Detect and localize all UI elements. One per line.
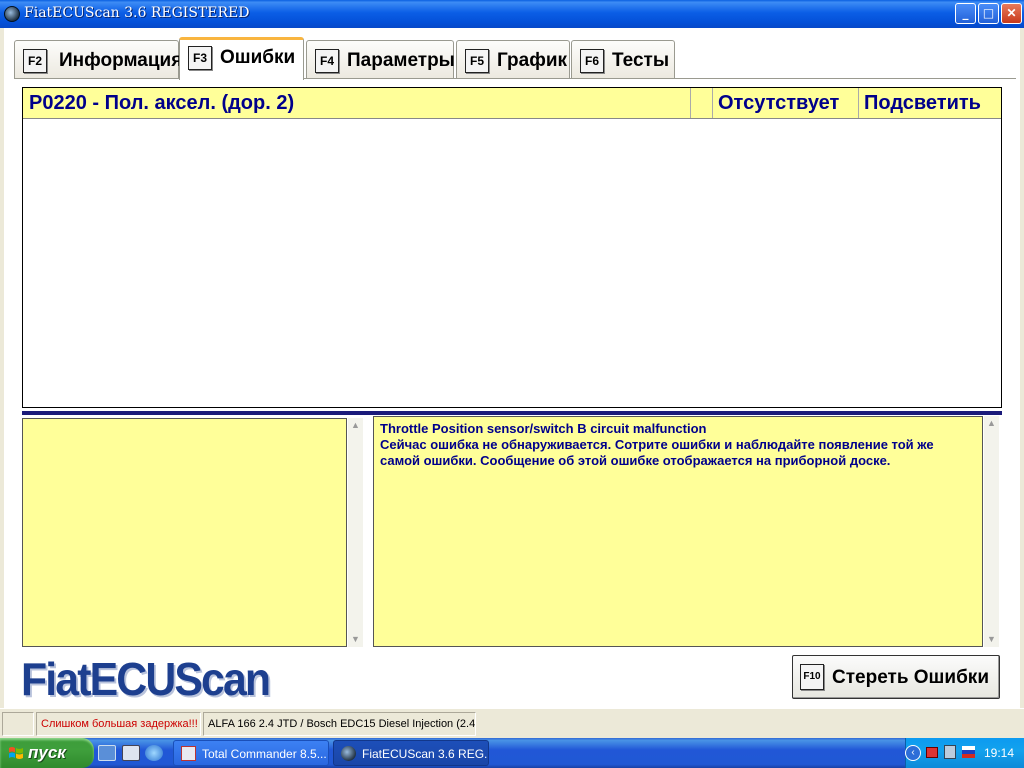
fault-row[interactable]: P0220 - Пол. аксел. (дор. 2) Отсутствует… bbox=[23, 88, 1001, 119]
internet-explorer-icon[interactable] bbox=[145, 745, 163, 761]
app-icon[interactable] bbox=[4, 6, 20, 22]
f6-key-icon: F6 bbox=[580, 49, 604, 73]
taskbar-button-fiatecuscan[interactable]: FiatECUScan 3.6 REG... bbox=[333, 740, 489, 766]
status-panel-empty bbox=[2, 712, 34, 736]
tab-strip-line bbox=[14, 78, 1016, 79]
taskbar-button-label: Total Commander 8.5... bbox=[202, 747, 327, 761]
fiatecuscan-logo: FiatECUScan bbox=[21, 653, 271, 705]
pane-divider[interactable] bbox=[22, 411, 1002, 415]
f5-key-icon: F5 bbox=[465, 49, 489, 73]
start-label: пуск bbox=[28, 743, 66, 762]
column-separator bbox=[858, 88, 859, 118]
fault-code-description: P0220 - Пол. аксел. (дор. 2) bbox=[29, 92, 295, 114]
f3-key-icon: F3 bbox=[188, 46, 212, 70]
column-separator bbox=[712, 88, 713, 118]
f4-key-icon: F4 bbox=[315, 49, 339, 73]
fault-highlight-action[interactable]: Подсветить bbox=[864, 88, 981, 118]
taskbar-button-label: FiatECUScan 3.6 REG... bbox=[362, 747, 489, 761]
tab-label: Ошибки bbox=[220, 47, 296, 68]
status-vehicle: ALFA 166 2.4 JTD / Bosch EDC15 Diesel In… bbox=[203, 712, 476, 736]
tab-graph[interactable]: F5 График bbox=[456, 40, 570, 78]
title-bar[interactable]: FiatECUScan 3.6 REGISTERED _ □ ✕ bbox=[0, 0, 1024, 28]
start-button[interactable]: пуск bbox=[0, 738, 94, 768]
show-desktop-icon[interactable] bbox=[98, 745, 116, 761]
windows-logo-icon bbox=[9, 747, 23, 759]
tab-label: Параметры bbox=[347, 50, 455, 71]
status-bar: Слишком большая задержка!!! ALFA 166 2.4… bbox=[0, 708, 1024, 738]
fault-description-title: Throttle Position sensor/switch B circui… bbox=[380, 421, 707, 436]
fiatecuscan-icon bbox=[341, 746, 356, 761]
window-title: FiatECUScan 3.6 REGISTERED bbox=[24, 5, 250, 21]
f10-key-icon: F10 bbox=[800, 664, 824, 690]
tab-tests[interactable]: F6 Тесты bbox=[571, 40, 675, 78]
system-tray: ‹ 19:14 bbox=[905, 738, 1024, 768]
column-separator bbox=[690, 88, 691, 118]
tab-information[interactable]: F2 Информация bbox=[14, 40, 183, 78]
taskbar-button-total-commander[interactable]: Total Commander 8.5... bbox=[173, 740, 329, 766]
tab-label: График bbox=[497, 50, 568, 71]
tab-parameters[interactable]: F4 Параметры bbox=[306, 40, 455, 78]
tab-label: Тесты bbox=[612, 50, 670, 71]
total-commander-icon bbox=[181, 746, 196, 761]
erase-errors-button[interactable]: F10 Стереть Ошибки bbox=[792, 655, 1000, 699]
fault-description-text: Сейчас ошибка не обнаруживается. Сотрите… bbox=[380, 437, 934, 468]
minimize-button[interactable]: _ bbox=[955, 3, 976, 24]
f2-key-icon: F2 bbox=[23, 49, 47, 73]
scroll-down-icon[interactable]: ▼ bbox=[348, 632, 363, 647]
tray-expand-icon[interactable]: ‹ bbox=[905, 745, 921, 761]
fault-list[interactable]: P0220 - Пол. аксел. (дор. 2) Отсутствует… bbox=[22, 87, 1002, 408]
network-icon[interactable] bbox=[926, 747, 938, 758]
device-icon[interactable] bbox=[944, 745, 956, 759]
erase-errors-label: Стереть Ошибки bbox=[832, 667, 990, 688]
fault-details-pane bbox=[22, 418, 347, 647]
scroll-down-icon[interactable]: ▼ bbox=[984, 632, 999, 647]
quick-launch-icon[interactable] bbox=[122, 745, 140, 761]
description-scrollbar[interactable]: ▲ ▼ bbox=[984, 416, 999, 647]
left-pane-scrollbar[interactable]: ▲ ▼ bbox=[348, 418, 363, 647]
tab-label: Информация bbox=[59, 50, 183, 71]
fault-extra-cell bbox=[693, 88, 711, 118]
main-window: F2 Информация F3 Ошибки F4 Параметры F5 … bbox=[4, 28, 1020, 708]
maximize-button[interactable]: □ bbox=[978, 3, 999, 24]
scroll-up-icon[interactable]: ▲ bbox=[984, 416, 999, 431]
close-button[interactable]: ✕ bbox=[1001, 3, 1022, 24]
fault-description-pane: Throttle Position sensor/switch B circui… bbox=[373, 416, 983, 647]
tab-errors[interactable]: F3 Ошибки bbox=[179, 37, 304, 80]
scroll-up-icon[interactable]: ▲ bbox=[348, 418, 363, 433]
fault-status: Отсутствует bbox=[718, 92, 840, 114]
taskbar: пуск Total Commander 8.5... FiatECUScan … bbox=[0, 738, 1024, 768]
status-warning: Слишком большая задержка!!! bbox=[36, 712, 201, 736]
clock[interactable]: 19:14 bbox=[984, 746, 1014, 760]
language-flag-icon[interactable] bbox=[962, 746, 975, 758]
